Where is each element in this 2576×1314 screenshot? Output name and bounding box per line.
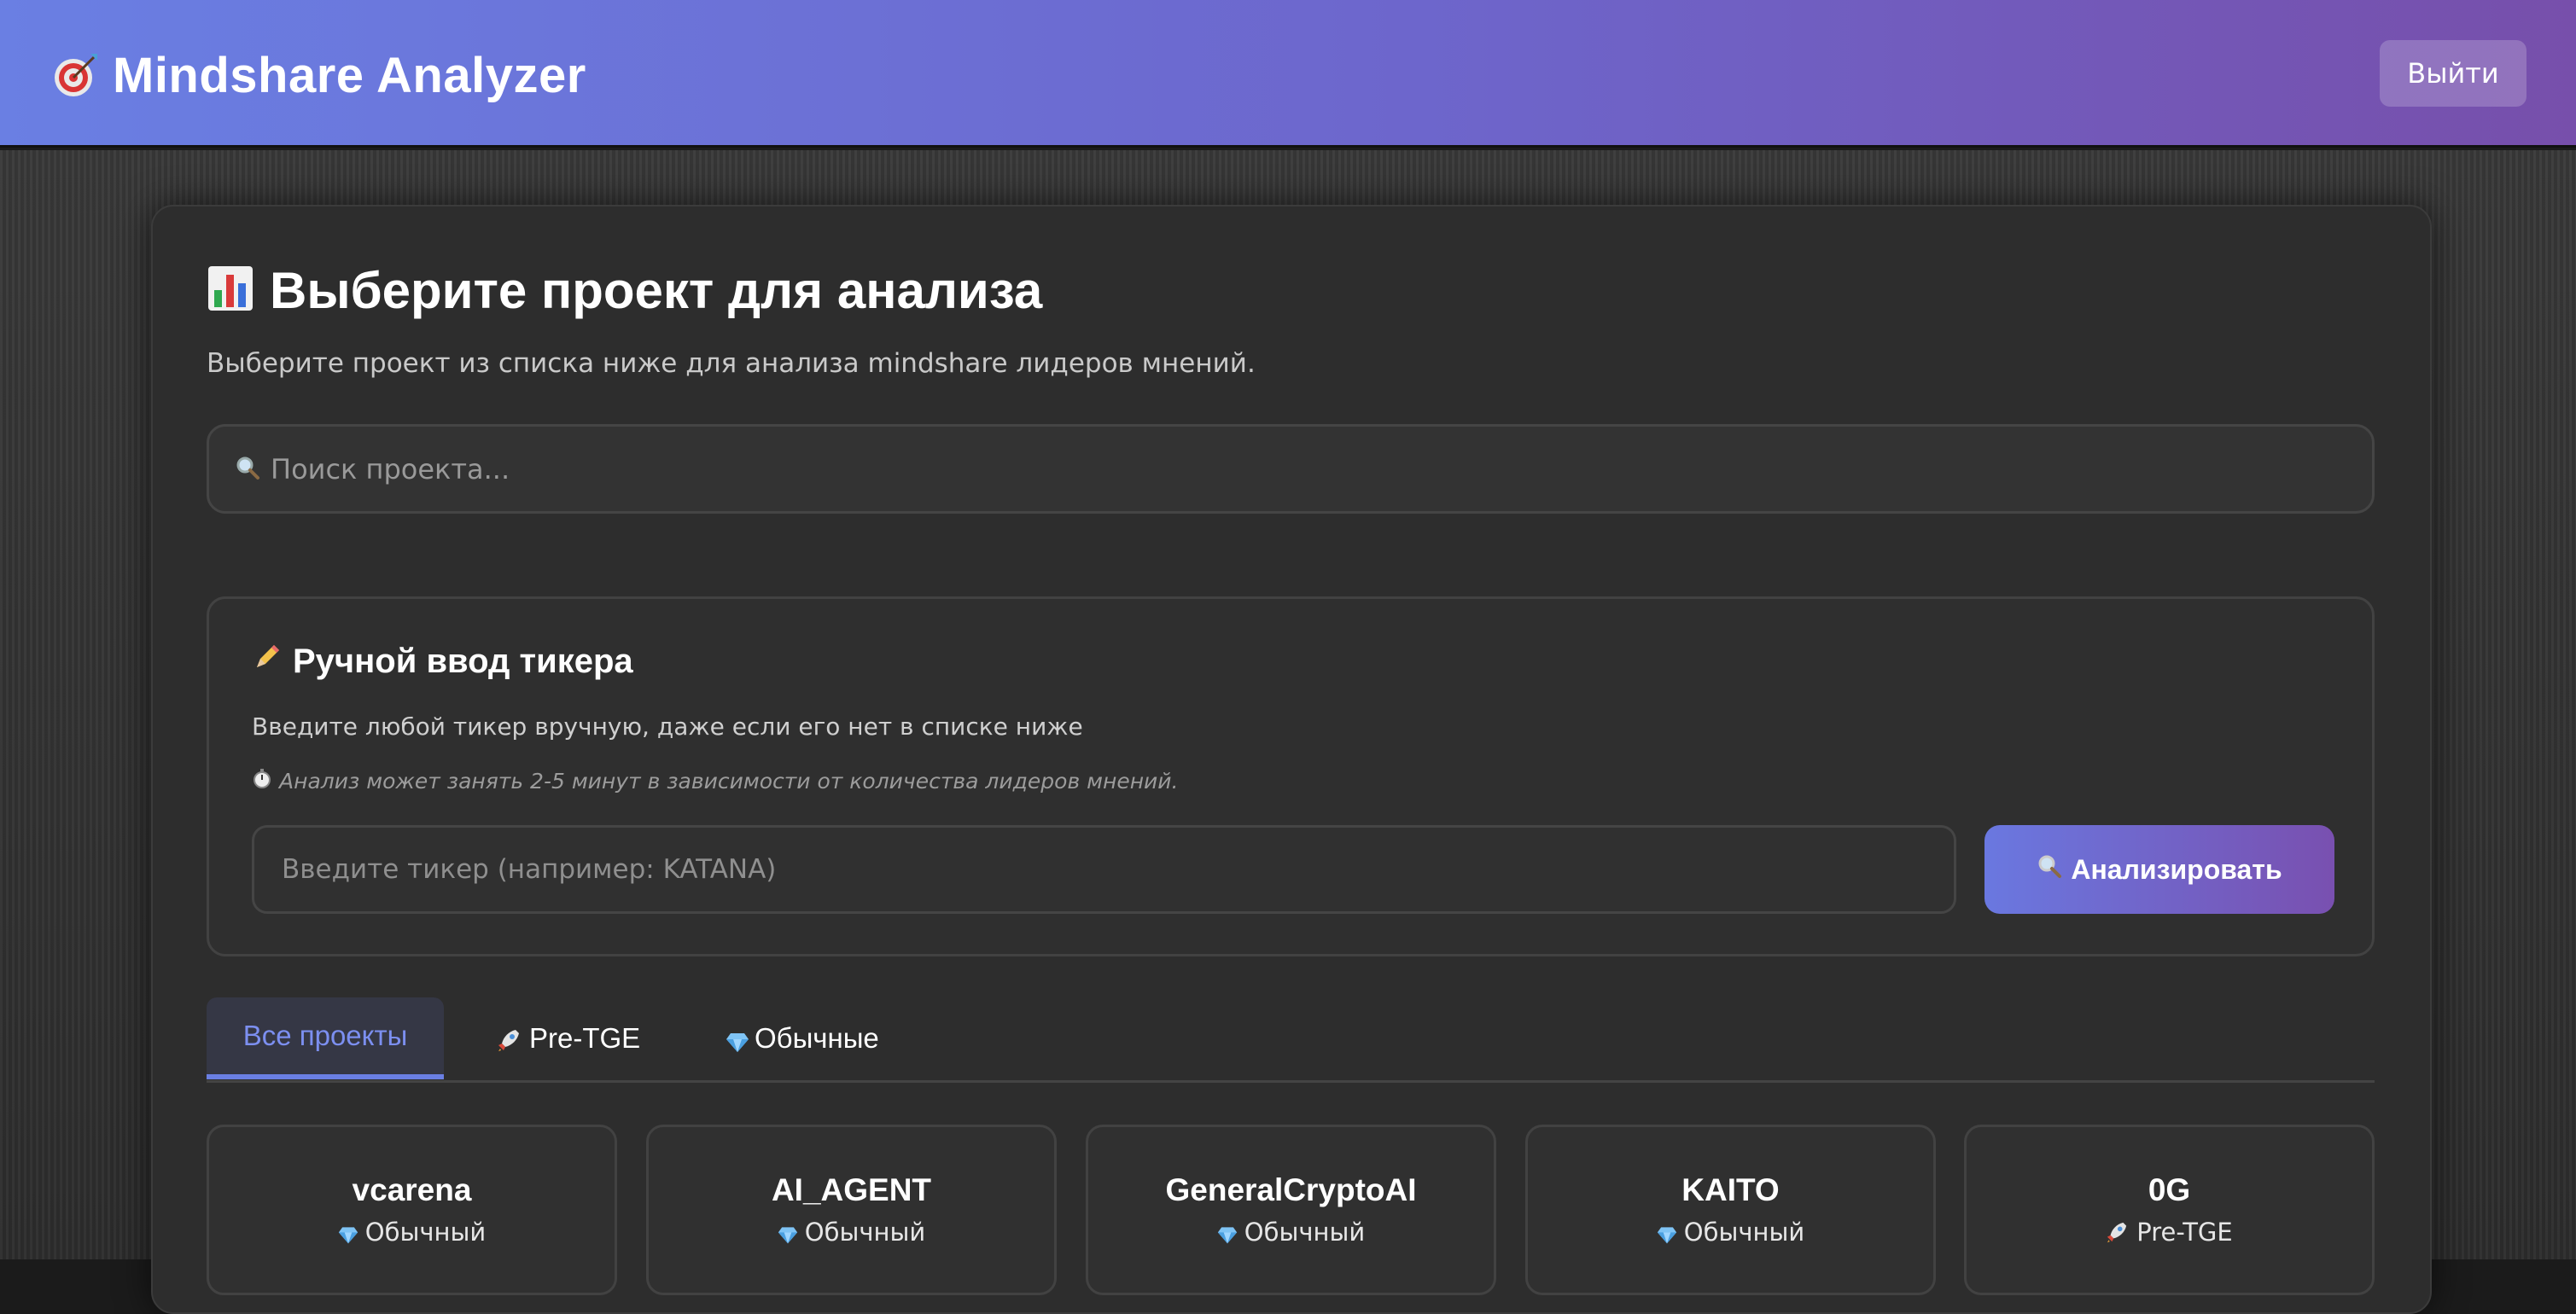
project-name: GeneralCryptoAI — [1165, 1172, 1417, 1207]
project-card[interactable]: GeneralCryptoAI Обычный — [1086, 1125, 1496, 1295]
top-header: Mindshare Analyzer Выйти — [0, 0, 2576, 148]
project-type-label: Обычный — [364, 1218, 487, 1247]
project-search[interactable] — [207, 424, 2375, 514]
gem-icon — [338, 1222, 358, 1244]
stopwatch-icon — [252, 768, 272, 794]
tab-label: Pre-TGE — [529, 1022, 641, 1054]
search-icon — [235, 455, 260, 484]
project-name: KAITO — [1681, 1172, 1780, 1207]
project-card[interactable]: vcarena Обычный — [207, 1125, 617, 1295]
project-grid: vcarena Обычный AI_AGENT Обычный General… — [207, 1125, 2375, 1295]
search-icon — [2037, 853, 2062, 886]
project-type-label: Обычный — [1244, 1218, 1366, 1247]
tab-label: Обычные — [755, 1022, 879, 1054]
project-type: Обычный — [1528, 1218, 1933, 1247]
ticker-input[interactable] — [252, 825, 1956, 914]
manual-ticker-section: Ручной ввод тикера Введите любой тикер в… — [207, 596, 2375, 956]
logout-button[interactable]: Выйти — [2380, 40, 2526, 107]
project-type: Обычный — [209, 1218, 615, 1247]
search-input[interactable] — [271, 452, 2319, 485]
project-name: 0G — [2148, 1172, 2191, 1207]
manual-note-text: Анализ может занять 2-5 минут в зависимо… — [279, 768, 1179, 794]
project-name: vcarena — [352, 1172, 472, 1207]
tab-all-projects[interactable]: Все проекты — [207, 997, 444, 1079]
tab-pre-tge[interactable]: Pre-TGE — [497, 997, 640, 1079]
project-type-label: Обычный — [1683, 1218, 1805, 1247]
gem-icon — [1217, 1222, 1238, 1244]
project-type: Pre-TGE — [1967, 1218, 2372, 1247]
project-type-label: Pre-TGE — [2136, 1218, 2233, 1247]
manual-description: Введите любой тикер вручную, даже если е… — [252, 712, 1083, 741]
app-title: Mindshare Analyzer — [113, 47, 586, 103]
brand: Mindshare Analyzer — [51, 41, 586, 109]
tab-label: Все проекты — [242, 1020, 408, 1051]
manual-title: Ручной ввод тикера — [252, 642, 633, 681]
project-type-label: Обычный — [804, 1218, 926, 1247]
rocket-icon — [497, 1026, 521, 1051]
tab-regular[interactable]: Обычные — [726, 997, 879, 1079]
page-title: Выберите проект для анализа — [270, 261, 1043, 319]
project-type: Обычный — [649, 1218, 1054, 1247]
gem-icon — [1657, 1222, 1677, 1244]
project-name: AI_AGENT — [771, 1172, 932, 1207]
project-type: Обычный — [1088, 1218, 1494, 1247]
page-subtitle: Выберите проект из списка ниже для анали… — [207, 348, 1256, 379]
analyze-button[interactable]: Анализировать — [1984, 825, 2334, 914]
manual-title-text: Ручной ввод тикера — [293, 642, 633, 680]
project-card[interactable]: AI_AGENT Обычный — [646, 1125, 1057, 1295]
project-card[interactable]: KAITO Обычный — [1525, 1125, 1936, 1295]
pencil-icon — [252, 642, 283, 681]
page-heading: Выберите проект для анализа — [207, 256, 1042, 324]
gem-icon — [778, 1222, 798, 1244]
gem-icon — [726, 1028, 749, 1052]
project-tabs: Все проекты Pre-TGE Обычные — [207, 997, 2375, 1083]
analyze-button-label: Анализировать — [2071, 853, 2282, 885]
project-card[interactable]: 0G Pre-TGE — [1964, 1125, 2375, 1295]
manual-note: Анализ может занять 2-5 минут в зависимо… — [252, 768, 1179, 794]
target-icon — [51, 50, 101, 100]
bar-chart-icon — [207, 265, 254, 316]
rocket-icon — [2106, 1220, 2130, 1244]
